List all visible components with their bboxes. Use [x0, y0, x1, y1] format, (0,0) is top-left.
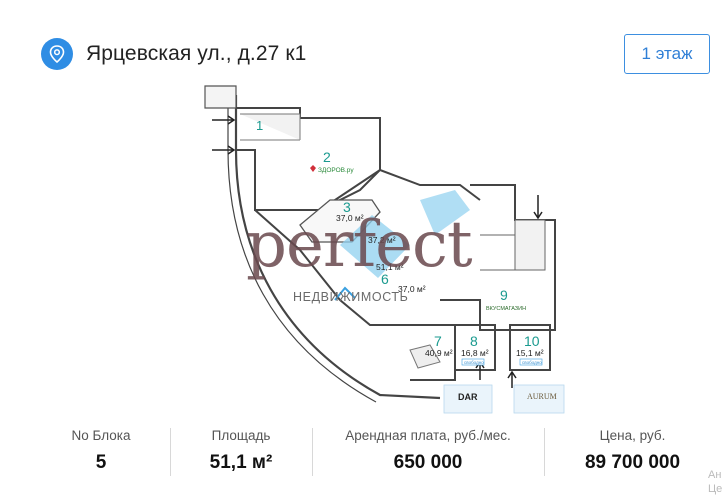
listing-stats: No Блока 5 Площадь 51,1 м² Арендная плат… — [0, 420, 727, 502]
address-title: Ярцевская ул., д.27 к1 — [86, 42, 307, 65]
unit-number: 8 — [470, 333, 478, 349]
unit-number: 1 — [256, 118, 263, 133]
free-tag: свободно — [522, 360, 542, 365]
tenant-label: ВКУСМАГАЗИН — [486, 306, 526, 312]
unit-number: 9 — [500, 287, 508, 303]
brand-name: DAR — [458, 392, 478, 402]
stat-label: Цена, руб. — [599, 428, 666, 443]
stat-label: No Блока — [71, 428, 131, 443]
stat-value: 650 000 — [393, 452, 463, 473]
watermark-subtitle: НЕДВИЖИМОСТЬ — [293, 290, 409, 304]
stat-rent: Арендная плата, руб./мес. 650 000 — [318, 420, 538, 502]
clipped-text: Ан Це — [708, 469, 723, 495]
unit-number: 7 — [434, 333, 442, 349]
unit-number: 2 — [323, 149, 331, 165]
stat-value: 5 — [95, 452, 107, 473]
stat-value: 51,1 м² — [209, 452, 273, 473]
unit-area: 40,9 м² — [425, 348, 453, 358]
unit-area: 16,8 м² — [461, 348, 489, 358]
divider — [170, 428, 171, 476]
unit-number: 10 — [524, 333, 540, 349]
stat-area: Площадь 51,1 м² — [176, 420, 306, 502]
divider — [544, 428, 545, 476]
stat-label: Арендная плата, руб./мес. — [345, 428, 511, 443]
location-pin-icon — [41, 38, 73, 70]
unit-area: 15,1 м² — [516, 348, 544, 358]
stat-block: No Блока 5 — [40, 420, 162, 502]
watermark-logo: perfect — [246, 208, 473, 282]
free-tag: свободно — [464, 360, 484, 365]
stat-value: 89 700 000 — [584, 452, 681, 473]
stat-label: Площадь — [211, 428, 271, 443]
divider — [312, 428, 313, 476]
listing-header: Ярцевская ул., д.27 к1 1 этаж — [0, 0, 727, 90]
brand-name: AURUM — [527, 392, 557, 401]
floor-select-button[interactable]: 1 этаж — [624, 34, 710, 74]
tenant-label: ЗДОРОВ.ру — [318, 167, 354, 174]
stat-price: Цена, руб. 89 700 000 — [550, 420, 715, 502]
